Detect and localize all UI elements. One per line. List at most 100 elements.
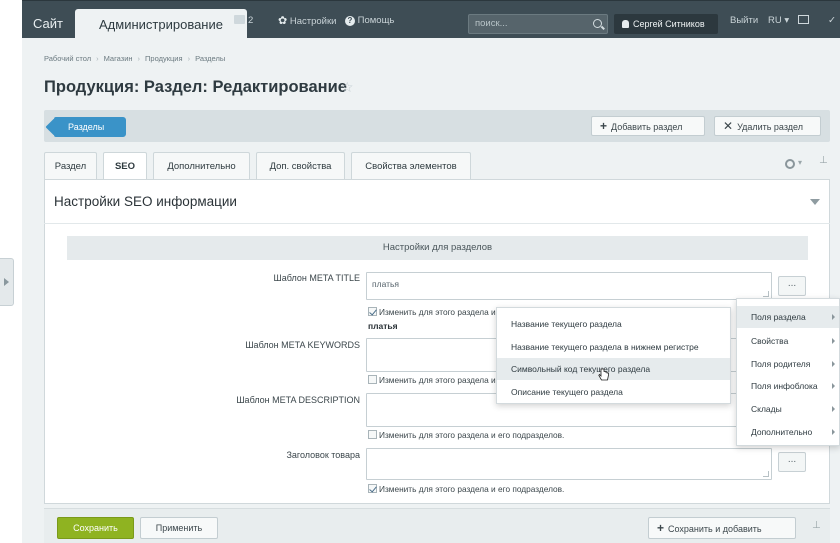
search-placeholder: поиск... bbox=[475, 18, 508, 29]
resize-grip-icon[interactable] bbox=[763, 471, 769, 477]
admin-top-bar: Сайт Администрирование 2 ✿ Настройки ? П… bbox=[22, 0, 840, 40]
tab-element-properties[interactable]: Свойства элементов bbox=[351, 152, 471, 179]
checkbox[interactable] bbox=[368, 484, 377, 493]
help-label: Помощь bbox=[357, 15, 395, 26]
notifications-button[interactable]: 2 bbox=[234, 9, 253, 33]
chevron-right-icon bbox=[832, 383, 835, 389]
favorite-star-icon[interactable]: ☆ bbox=[341, 79, 354, 96]
breadcrumb-separator: › bbox=[137, 54, 141, 63]
sidebar-expand-handle[interactable] bbox=[0, 258, 14, 306]
gear-icon: ✿ bbox=[278, 15, 288, 27]
search-input[interactable]: поиск... bbox=[468, 14, 608, 34]
chevron-right-icon bbox=[832, 361, 835, 367]
menu-item-label: Свойства bbox=[751, 336, 789, 346]
menu-item-label: Дополнительно bbox=[751, 427, 813, 437]
checkbox[interactable] bbox=[368, 430, 377, 439]
hand-cursor-icon bbox=[598, 368, 609, 381]
menu-item-iblock-fields[interactable]: Поля инфоблока bbox=[737, 375, 839, 397]
user-icon bbox=[622, 20, 629, 28]
user-menu-button[interactable]: Сергей Ситников bbox=[614, 14, 718, 34]
tab-additional[interactable]: Дополнительно bbox=[153, 152, 250, 179]
tab-seo[interactable]: SEO bbox=[103, 152, 147, 180]
product-heading-insert-button[interactable]: ... bbox=[778, 452, 806, 472]
sections-back-button[interactable]: Разделы bbox=[54, 117, 126, 137]
menu-item-properties[interactable]: Свойства bbox=[737, 330, 839, 352]
menu-item-label: Поля инфоблока bbox=[751, 381, 818, 391]
page-title: Продукция: Раздел: Редактирование bbox=[44, 78, 347, 96]
pin-icon[interactable]: ⊥ bbox=[819, 155, 828, 166]
plus-icon: + bbox=[600, 119, 608, 133]
window-icon[interactable] bbox=[798, 9, 809, 33]
menu-item-warehouses[interactable]: Склады bbox=[737, 398, 839, 420]
close-icon: ✕ bbox=[723, 119, 734, 133]
help-button[interactable]: ? Помощь bbox=[345, 9, 394, 33]
breadcrumb-separator: › bbox=[96, 54, 99, 63]
menu-item-section-name-lower[interactable]: Название текущего раздела в нижнем регис… bbox=[497, 336, 730, 358]
pin-icon[interactable]: ⊥ bbox=[812, 520, 821, 531]
apply-button[interactable]: Применить bbox=[140, 517, 218, 539]
breadcrumb-item[interactable]: Разделы bbox=[195, 54, 225, 63]
delete-section-button[interactable]: ✕ Удалить раздел bbox=[714, 116, 821, 136]
insert-category-menu: Поля раздела Свойства Поля родителя Поля… bbox=[736, 298, 840, 446]
breadcrumb-item[interactable]: Магазин bbox=[104, 54, 133, 63]
add-section-button[interactable]: + Добавить раздел bbox=[591, 116, 705, 136]
product-heading-label: Заголовок товара bbox=[286, 450, 360, 460]
tab-extra-properties[interactable]: Доп. свойства bbox=[256, 152, 345, 179]
panel-title: Настройки SEO информации bbox=[54, 194, 237, 209]
menu-item-parent-fields[interactable]: Поля родителя bbox=[737, 353, 839, 375]
checkbox[interactable] bbox=[368, 375, 377, 384]
menu-item-section-name[interactable]: Название текущего раздела bbox=[497, 313, 730, 335]
search-icon[interactable] bbox=[593, 19, 602, 28]
menu-item-label: Поля раздела bbox=[751, 312, 806, 322]
save-button[interactable]: Сохранить bbox=[57, 517, 134, 539]
menu-item-section-code[interactable]: Символьный код текущего раздела bbox=[497, 358, 730, 380]
insert-field-submenu: Название текущего раздела Название текущ… bbox=[496, 307, 731, 404]
tab-site[interactable]: Сайт bbox=[22, 9, 74, 39]
product-heading-input[interactable] bbox=[366, 448, 772, 480]
breadcrumb: Рабочий стол › Магазин › Продукция › Разделы bbox=[44, 54, 225, 63]
action-bar: Разделы + Добавить раздел ✕ Удалить раздел bbox=[44, 110, 830, 142]
meta-keywords-label: Шаблон META KEYWORDS bbox=[245, 340, 360, 350]
menu-item-additional[interactable]: Дополнительно bbox=[737, 421, 839, 443]
meta-description-override-checkbox[interactable]: Изменить для этого раздела и его подразд… bbox=[368, 430, 564, 440]
breadcrumb-item[interactable]: Рабочий стол bbox=[44, 54, 91, 63]
checkbox-label: Изменить для этого раздела и его подразд… bbox=[379, 484, 565, 494]
chevron-right-icon bbox=[832, 314, 835, 320]
language-select[interactable]: RU ▾ bbox=[768, 9, 789, 33]
tab-administration[interactable]: Администрирование bbox=[75, 9, 247, 40]
menu-item-label: Склады bbox=[751, 404, 782, 414]
user-name: Сергей Ситников bbox=[633, 19, 705, 29]
save-and-add-button[interactable]: + Сохранить и добавить bbox=[648, 517, 796, 539]
save-and-add-label: Сохранить и добавить bbox=[668, 524, 762, 534]
help-icon: ? bbox=[345, 16, 355, 26]
checkbox[interactable] bbox=[368, 307, 377, 316]
settings-button[interactable]: ✿ Настройки bbox=[278, 9, 336, 33]
checkbox-label: Изменить для этого раздела и его подразд… bbox=[379, 430, 565, 440]
breadcrumb-item[interactable]: Продукция bbox=[145, 54, 183, 63]
collapse-chevron-icon[interactable] bbox=[810, 199, 820, 205]
menu-item-section-description[interactable]: Описание текущего раздела bbox=[497, 381, 730, 403]
menu-item-section-fields[interactable]: Поля раздела bbox=[737, 306, 839, 328]
pin-icon[interactable]: ✓ bbox=[828, 9, 836, 33]
chevron-right-icon bbox=[832, 406, 835, 412]
meta-title-preview: платья bbox=[368, 321, 398, 331]
chevron-down-icon: ▾ bbox=[784, 15, 790, 26]
product-heading-override-checkbox[interactable]: Изменить для этого раздела и его подразд… bbox=[368, 484, 564, 494]
meta-title-label: Шаблон META TITLE bbox=[273, 273, 360, 283]
language-label: RU bbox=[768, 15, 782, 26]
meta-title-value: платья bbox=[372, 279, 400, 289]
meta-title-input[interactable]: платья bbox=[366, 272, 772, 300]
divider bbox=[44, 223, 830, 224]
logout-link[interactable]: Выйти bbox=[730, 9, 758, 33]
meta-title-insert-button[interactable]: ... bbox=[778, 276, 806, 296]
tab-section[interactable]: Раздел bbox=[44, 152, 97, 179]
gear-icon[interactable] bbox=[785, 159, 795, 169]
resize-grip-icon[interactable] bbox=[763, 291, 769, 297]
chevron-right-icon bbox=[832, 429, 835, 435]
settings-label: Настройки bbox=[289, 16, 337, 27]
menu-item-label: Поля родителя bbox=[751, 359, 811, 369]
delete-section-label: Удалить раздел bbox=[737, 122, 803, 132]
plus-icon: + bbox=[657, 521, 665, 535]
add-section-label: Добавить раздел bbox=[611, 122, 683, 132]
chevron-down-icon[interactable]: ▾ bbox=[798, 158, 802, 167]
